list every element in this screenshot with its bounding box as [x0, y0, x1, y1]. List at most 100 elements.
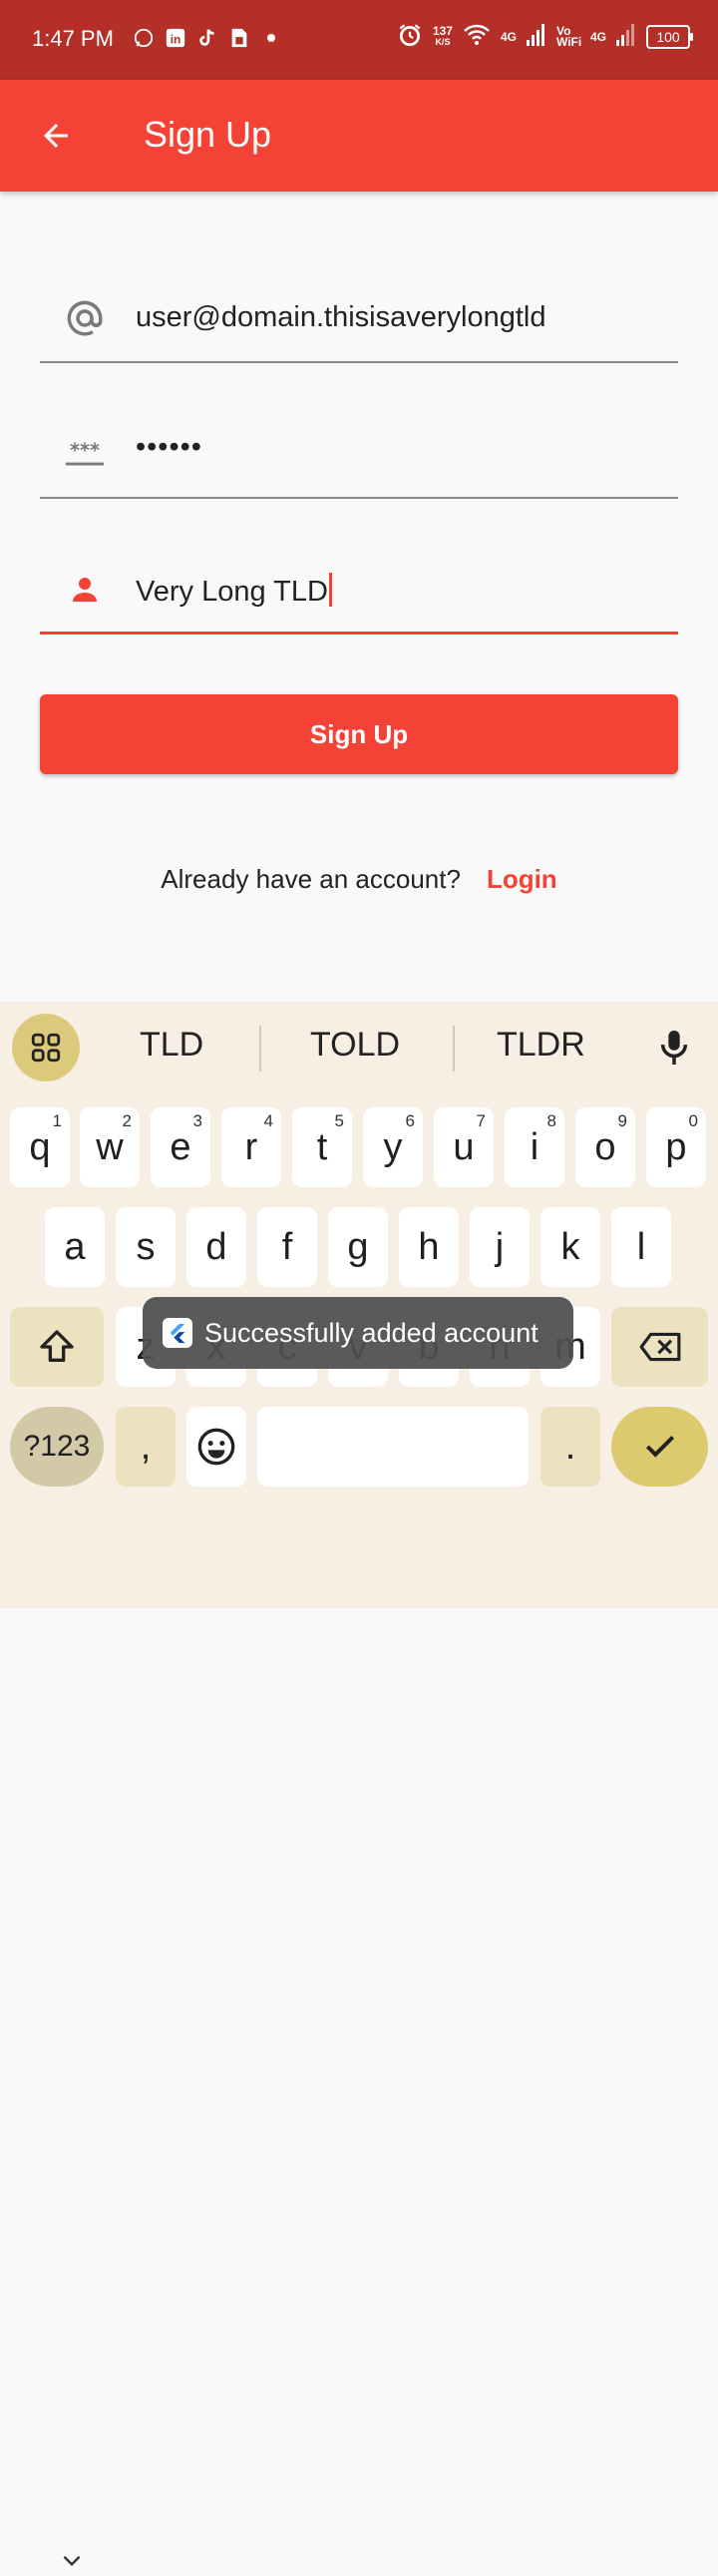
key-d[interactable]: d [186, 1207, 246, 1287]
key-o[interactable]: o9 [575, 1107, 635, 1187]
suggestion-1[interactable]: TLD [140, 1026, 203, 1065]
key-w[interactable]: w2 [80, 1107, 140, 1187]
emoji-icon [197, 1428, 235, 1466]
name-value-wrapper: Very Long TLD [136, 573, 332, 609]
shift-key[interactable] [10, 1307, 104, 1387]
enter-key[interactable] [611, 1407, 708, 1487]
microphone-icon [660, 1031, 688, 1065]
key-label: t [316, 1125, 328, 1168]
key-i[interactable]: i8 [505, 1107, 564, 1187]
svg-text:***: *** [70, 439, 100, 462]
apps-grid-icon [31, 1033, 61, 1063]
hide-keyboard-button[interactable] [56, 2544, 88, 2576]
emoji-key[interactable] [186, 1407, 246, 1487]
key-label: w [96, 1125, 124, 1168]
backspace-icon [639, 1332, 680, 1362]
key-r[interactable]: r4 [221, 1107, 281, 1187]
key-hint: 6 [405, 1111, 415, 1130]
name-value: Very Long TLD [136, 576, 328, 608]
whatsapp-icon [132, 26, 156, 50]
period-key[interactable]: . [540, 1407, 600, 1487]
back-button[interactable] [30, 110, 82, 162]
password-icon: *** [64, 433, 106, 475]
signal-4g-label: 4G [500, 29, 517, 44]
status-time: 1:47 PM [32, 26, 114, 51]
key-hint: 4 [263, 1111, 273, 1130]
suggestion-divider [453, 1026, 455, 1072]
key-hint: 7 [476, 1111, 486, 1130]
key-h[interactable]: h [399, 1207, 459, 1287]
key-hint: 3 [192, 1111, 202, 1130]
svg-text:in: in [171, 33, 181, 47]
key-label: y [383, 1125, 403, 1168]
linkedin-icon: in [164, 26, 187, 50]
login-link[interactable]: Login [487, 864, 557, 894]
net-speed-value: 137 [432, 23, 453, 38]
check-icon [645, 1436, 674, 1458]
status-bar: 1:47 PM in 137 K/S 4G Vo WiFi 4G 100 [0, 0, 718, 80]
name-field[interactable]: Very Long TLD [40, 545, 678, 635]
system-icons: 137 K/S 4G Vo WiFi 4G 100 [397, 22, 693, 51]
key-label: i [530, 1125, 539, 1168]
key-s[interactable]: s [116, 1207, 176, 1287]
suggestion-bar: TLD TOLD TLDR [0, 1002, 718, 1097]
email-underline [40, 361, 678, 363]
vowifi-label: Vo WiFi [555, 23, 582, 49]
suggestion-3[interactable]: TLDR [497, 1026, 585, 1065]
alarm-icon [397, 22, 423, 51]
key-f[interactable]: f [257, 1207, 317, 1287]
signal2-icon [616, 24, 636, 49]
key-g[interactable]: g [328, 1207, 388, 1287]
shift-icon [40, 1330, 74, 1362]
key-hint: 0 [688, 1111, 698, 1130]
sign-up-button[interactable]: Sign Up [40, 694, 678, 774]
voice-input-button[interactable] [650, 1024, 698, 1072]
password-value: •••••• [136, 431, 202, 463]
key-label: u [453, 1125, 475, 1168]
key-u[interactable]: u7 [434, 1107, 494, 1187]
key-l[interactable]: l [611, 1207, 671, 1287]
key-t[interactable]: t5 [292, 1107, 352, 1187]
password-field[interactable]: *** •••••• [40, 409, 678, 499]
toast-message: Successfully added account [143, 1297, 573, 1369]
key-label: e [170, 1125, 191, 1168]
symbols-key[interactable]: ?123 [10, 1407, 104, 1487]
key-hint: 9 [617, 1111, 627, 1130]
keyboard-menu-button[interactable] [12, 1014, 80, 1081]
net-speed: 137 K/S [432, 23, 453, 48]
password-underline [40, 497, 678, 499]
suggestion-2[interactable]: TOLD [310, 1026, 400, 1065]
email-value: user@domain.thisisaverylongtld [136, 301, 546, 333]
key-a[interactable]: a [45, 1207, 105, 1287]
signal2-4g-label: 4G [589, 29, 606, 44]
backspace-key[interactable] [611, 1307, 708, 1387]
wifi-icon [463, 23, 491, 50]
key-j[interactable]: j [470, 1207, 530, 1287]
key-hint: 2 [122, 1111, 132, 1130]
tiktok-icon [195, 26, 219, 50]
key-k[interactable]: k [540, 1207, 600, 1287]
app-bar: Sign Up [0, 80, 718, 192]
arrow-back-icon [44, 124, 68, 148]
key-e[interactable]: e3 [151, 1107, 210, 1187]
page-title: Sign Up [144, 114, 272, 155]
login-question: Already have an account? [161, 864, 461, 894]
key-hint: 5 [334, 1111, 344, 1130]
chevron-down-icon [63, 2555, 81, 2567]
key-p[interactable]: p0 [646, 1107, 706, 1187]
comma-key[interactable]: , [116, 1407, 176, 1487]
key-label: o [594, 1125, 616, 1168]
login-prompt: Already have an account? Login [0, 864, 718, 895]
email-field[interactable]: user@domain.thisisaverylongtld [40, 273, 678, 363]
at-icon [64, 297, 106, 339]
signal-icon [526, 24, 546, 49]
battery-indicator: 100 [646, 24, 693, 49]
text-cursor [328, 573, 332, 607]
key-hint: 8 [546, 1111, 556, 1130]
key-label: p [665, 1125, 687, 1168]
key-q[interactable]: q1 [10, 1107, 70, 1187]
key-y[interactable]: y6 [363, 1107, 423, 1187]
space-key[interactable] [257, 1407, 529, 1487]
notification-icons: in [132, 26, 283, 50]
toast-text: Successfully added account [204, 1317, 538, 1348]
